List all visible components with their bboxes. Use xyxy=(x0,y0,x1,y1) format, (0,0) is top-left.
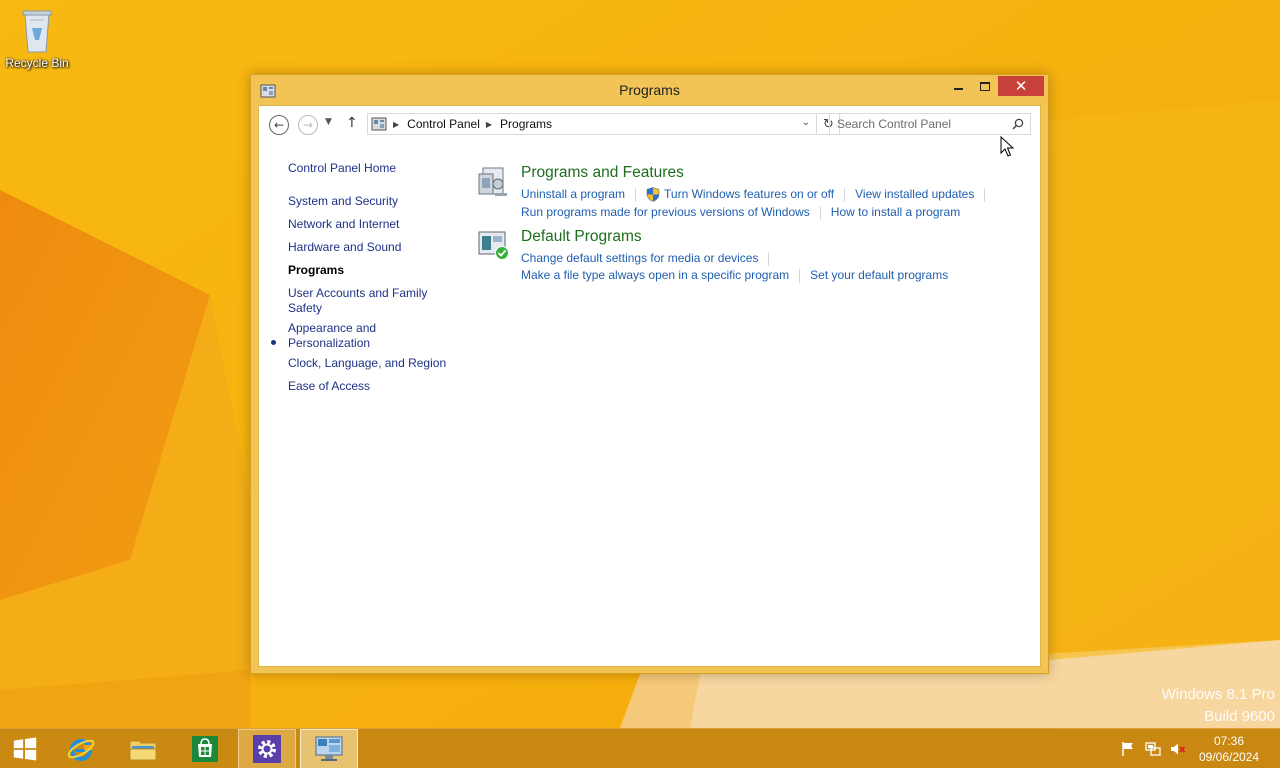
minimize-icon xyxy=(953,88,963,90)
navigation-bar: ← → ▼ ↑ ▶ Control Panel ▶ Programs ⌄ ↻ S… xyxy=(259,106,1040,144)
chevron-right-icon[interactable]: ▶ xyxy=(393,120,399,129)
windows-version-watermark: Windows 8.1 Pro Build 9600 xyxy=(1162,684,1275,728)
window-client-area: ← → ▼ ↑ ▶ Control Panel ▶ Programs ⌄ ↻ S… xyxy=(258,105,1041,667)
chevron-right-icon[interactable]: ▶ xyxy=(486,120,492,129)
recent-locations-dropdown[interactable]: ▼ xyxy=(325,117,332,127)
nav-control-panel-home[interactable]: Control Panel Home xyxy=(288,161,458,176)
taskbar-pc-settings[interactable] xyxy=(238,729,296,768)
gear-icon xyxy=(253,735,281,763)
maximize-button[interactable] xyxy=(972,76,998,96)
internet-explorer-icon xyxy=(67,739,95,761)
store-icon xyxy=(192,736,218,762)
maximize-icon xyxy=(980,81,990,91)
taskbar-clock[interactable]: 07:36 09/06/2024 xyxy=(1196,733,1262,765)
nav-appearance-and-personalization[interactable]: Appearance and Personalization xyxy=(288,321,398,351)
back-button[interactable]: ← xyxy=(269,115,289,135)
run-older-programs-link[interactable]: Run programs made for previous versions … xyxy=(521,205,810,220)
change-default-settings-link[interactable]: Change default settings for media or dev… xyxy=(521,251,758,266)
nav-network-and-internet[interactable]: Network and Internet xyxy=(288,217,458,232)
nav-user-accounts[interactable]: User Accounts and Family Safety xyxy=(288,286,438,316)
forward-button[interactable]: → xyxy=(298,115,318,135)
address-bar[interactable]: ▶ Control Panel ▶ Programs ⌄ xyxy=(367,113,817,135)
default-programs-links-row-1: Change default settings for media or dev… xyxy=(521,251,779,266)
window-title: Programs xyxy=(619,82,680,98)
link-divider xyxy=(844,187,846,202)
default-programs-title[interactable]: Default Programs xyxy=(521,228,642,246)
programs-and-features-title[interactable]: Programs and Features xyxy=(521,164,684,182)
breadcrumb-programs[interactable]: Programs xyxy=(500,117,552,131)
taskbar-store[interactable] xyxy=(176,729,234,768)
control-panel-window: Programs ✕ ← → ▼ ↑ ▶ Control Panel ▶ Pro… xyxy=(250,74,1049,674)
folder-icon xyxy=(129,740,157,761)
system-tray xyxy=(1120,741,1195,757)
mouse-pointer-icon xyxy=(1000,136,1014,157)
recycle-bin-shortcut[interactable]: Recycle Bin xyxy=(4,6,70,76)
search-icon[interactable] xyxy=(1012,118,1024,130)
link-divider xyxy=(984,187,986,202)
action-center-flag-icon[interactable] xyxy=(1120,741,1136,757)
taskbar-internet-explorer[interactable] xyxy=(52,729,110,768)
search-placeholder: Search Control Panel xyxy=(837,117,952,131)
chevron-down-icon[interactable]: ⌄ xyxy=(802,117,810,128)
control-panel-icon xyxy=(371,117,387,131)
programs-features-links-row-1: Uninstall a program Turn Windows feature… xyxy=(521,187,995,202)
default-programs-links-row-2: Make a file type always open in a specif… xyxy=(521,268,948,283)
how-to-install-link[interactable]: How to install a program xyxy=(831,205,960,220)
set-default-programs-link[interactable]: Set your default programs xyxy=(810,268,948,283)
nav-clock-language-region[interactable]: Clock, Language, and Region xyxy=(288,356,458,371)
file-type-association-link[interactable]: Make a file type always open in a specif… xyxy=(521,268,789,283)
link-divider xyxy=(635,187,637,202)
nav-programs[interactable]: Programs xyxy=(288,263,458,278)
minimize-button[interactable] xyxy=(945,76,971,96)
start-button[interactable] xyxy=(0,729,50,768)
default-programs-icon xyxy=(478,231,509,260)
watermark-edition: Windows 8.1 Pro xyxy=(1161,686,1275,703)
taskbar-file-explorer[interactable] xyxy=(114,729,172,768)
uac-shield-icon xyxy=(646,187,660,202)
view-installed-updates-link[interactable]: View installed updates xyxy=(855,187,974,202)
arrow-right-icon: → xyxy=(302,118,314,132)
breadcrumb-control-panel[interactable]: Control Panel xyxy=(407,117,480,131)
link-divider xyxy=(768,251,770,266)
nav-system-and-security[interactable]: System and Security xyxy=(288,194,458,209)
volume-muted-icon[interactable] xyxy=(1170,741,1186,757)
turn-windows-features-link[interactable]: Turn Windows features on or off xyxy=(664,187,834,202)
recycle-bin-icon xyxy=(22,10,52,53)
clock-date: 09/06/2024 xyxy=(1198,750,1260,764)
arrow-left-icon: ← xyxy=(273,118,285,132)
programs-features-icon xyxy=(478,167,507,196)
control-panel-icon xyxy=(315,736,343,761)
active-item-bullet xyxy=(271,340,276,345)
watermark-build: Build 9600 xyxy=(1204,708,1275,725)
programs-features-links-row-2: Run programs made for previous versions … xyxy=(521,205,960,220)
clock-time: 07:36 xyxy=(1213,734,1245,748)
close-icon: ✕ xyxy=(1014,76,1028,95)
uninstall-program-link[interactable]: Uninstall a program xyxy=(521,187,625,202)
nav-ease-of-access[interactable]: Ease of Access xyxy=(288,379,458,394)
search-input[interactable]: Search Control Panel xyxy=(829,113,1031,135)
network-icon[interactable] xyxy=(1145,741,1161,757)
nav-hardware-and-sound[interactable]: Hardware and Sound xyxy=(288,240,458,255)
title-bar[interactable]: Programs ✕ xyxy=(251,75,1048,105)
link-divider xyxy=(819,205,821,220)
recycle-bin-label: Recycle Bin xyxy=(5,56,69,70)
close-button[interactable]: ✕ xyxy=(998,76,1044,96)
up-button[interactable]: ↑ xyxy=(346,115,358,131)
windows-logo-icon xyxy=(13,737,37,761)
taskbar-control-panel[interactable] xyxy=(300,729,358,768)
link-divider xyxy=(799,268,801,283)
taskbar: 07:36 09/06/2024 xyxy=(0,728,1280,768)
